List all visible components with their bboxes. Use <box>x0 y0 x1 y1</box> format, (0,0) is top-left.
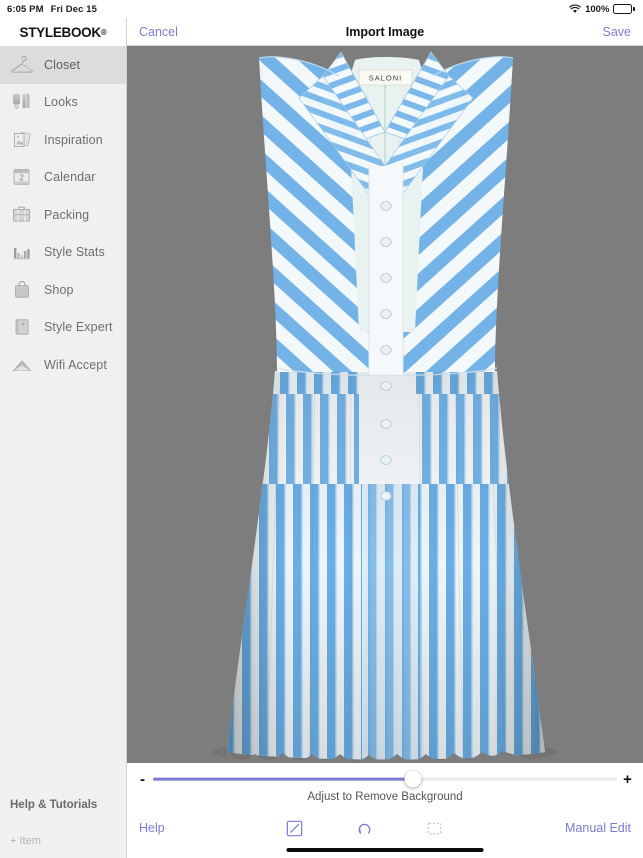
help-button[interactable]: Help <box>127 821 165 835</box>
marquee-select-icon[interactable] <box>400 820 470 837</box>
slider-track[interactable] <box>153 768 617 790</box>
sidebar: STYLEBOOK ® Closet Looks Inspiration 2 C… <box>0 18 127 858</box>
edit-toolbar: Help Manual Edit <box>127 813 643 843</box>
page-title: Import Image <box>345 24 425 39</box>
sidebar-item-packing[interactable]: Packing <box>0 196 126 234</box>
battery-percent-label: 100% <box>585 3 610 15</box>
sidebar-item-label: Wifi Accept <box>44 357 107 372</box>
slider-track-fill <box>153 777 413 781</box>
edit-square-icon[interactable] <box>260 820 330 837</box>
sidebar-item-closet[interactable]: Closet <box>0 46 126 84</box>
envelope-icon <box>9 352 35 378</box>
status-bar: 6:05 PM Fri Dec 15 100% <box>0 0 643 18</box>
sidebar-item-label: Style Expert <box>44 320 113 335</box>
shopping-bag-icon <box>9 277 35 303</box>
status-bar-right: 100% <box>569 4 643 15</box>
status-bar-left: 6:05 PM Fri Dec 15 <box>0 4 97 15</box>
slider-increase-button[interactable]: + <box>621 772 634 787</box>
suitcase-icon <box>9 202 35 228</box>
outfit-icon <box>9 89 35 115</box>
app-root: 6:05 PM Fri Dec 15 100% STYLEBOOK ® Clos… <box>0 0 643 858</box>
slider-caption: Adjust to Remove Background <box>307 791 463 803</box>
sidebar-item-inspiration[interactable]: Inspiration <box>0 121 126 159</box>
status-date: Fri Dec 15 <box>50 3 98 15</box>
sidebar-item-label: Closet <box>44 57 81 72</box>
sidebar-item-label: Looks <box>44 95 78 110</box>
calendar-icon: 2 <box>9 164 35 190</box>
sidebar-item-label: Shop <box>44 282 74 297</box>
bar-chart-icon <box>9 239 35 265</box>
wifi-icon <box>569 4 581 14</box>
save-button[interactable]: Save <box>603 25 643 39</box>
edit-panel: - + Adjust to Remove Background Help Man… <box>127 763 643 858</box>
sidebar-item-label: Style Stats <box>44 245 105 260</box>
status-time: 6:05 PM <box>7 3 44 15</box>
help-tutorials-link[interactable]: Help & Tutorials <box>0 786 126 824</box>
sidebar-item-label: Packing <box>44 207 90 222</box>
book-icon <box>9 314 35 340</box>
sidebar-item-calendar[interactable]: 2 Calendar <box>0 159 126 197</box>
app-logo: STYLEBOOK ® <box>0 18 126 46</box>
garment-image: SALONI 1 <box>127 46 643 763</box>
sidebar-item-style-expert[interactable]: Style Expert <box>0 309 126 347</box>
add-item-button[interactable]: + Item <box>0 824 126 858</box>
sidebar-nav: Closet Looks Inspiration 2 Calendar Pack… <box>0 46 126 786</box>
home-indicator <box>286 848 484 852</box>
image-canvas[interactable]: SALONI 1 <box>127 46 643 763</box>
sidebar-item-shop[interactable]: Shop <box>0 271 126 309</box>
sidebar-item-label: Calendar <box>44 170 96 185</box>
slider-decrease-button[interactable]: - <box>136 772 149 787</box>
sidebar-item-style-stats[interactable]: Style Stats <box>0 234 126 272</box>
slider-thumb[interactable] <box>404 770 422 788</box>
svg-text:2: 2 <box>19 173 24 183</box>
sidebar-footer: Help & Tutorials + Item <box>0 786 126 858</box>
battery-full-icon <box>613 4 635 14</box>
sidebar-item-label: Inspiration <box>44 132 103 147</box>
background-removal-slider[interactable]: - + <box>127 768 643 790</box>
hanger-icon <box>9 52 35 78</box>
cancel-button[interactable]: Cancel <box>127 25 178 39</box>
brand-registered-mark: ® <box>100 27 107 37</box>
svg-text:SALONI: SALONI <box>369 74 403 83</box>
undo-rotate-icon[interactable] <box>330 820 400 837</box>
sidebar-item-wifi-accept[interactable]: Wifi Accept <box>0 346 126 384</box>
photos-icon <box>9 127 35 153</box>
manual-edit-button[interactable]: Manual Edit <box>565 821 643 835</box>
sidebar-item-looks[interactable]: Looks <box>0 84 126 122</box>
brand-name: STYLEBOOK <box>19 24 102 40</box>
import-toolbar: Cancel Save Import Image <box>127 18 643 46</box>
